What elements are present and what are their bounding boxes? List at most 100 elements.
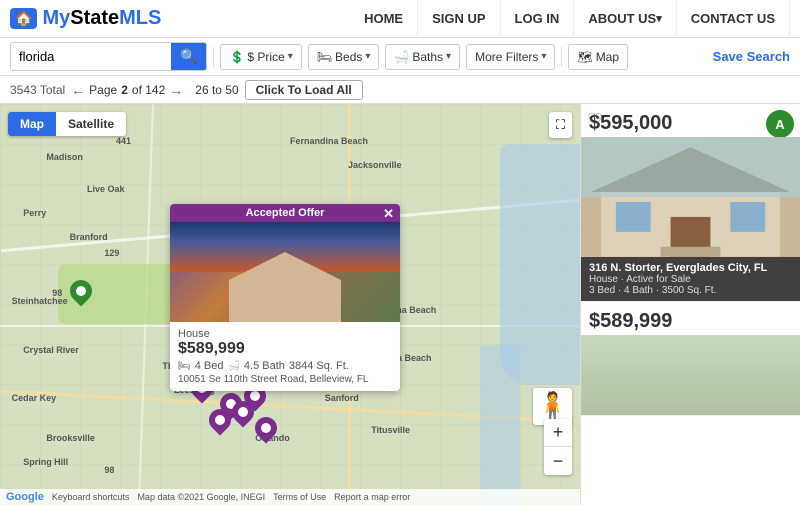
favorite-button-1[interactable]: ♡: [587, 110, 603, 131]
baths-icon: 🛁: [394, 50, 409, 64]
fullscreen-button[interactable]: ⛶: [549, 112, 572, 138]
main-nav: HOME SIGN UP LOG IN ABOUT US CONTACT US: [350, 0, 790, 38]
popup-type: House: [178, 328, 392, 340]
map-data: Map data ©2021 Google, INEGI: [137, 492, 265, 502]
pagination-bar: 3543 Total ← Page 2 of 142 → 26 to 50 Cl…: [0, 76, 800, 104]
zoom-controls: + −: [544, 419, 572, 475]
city-label-129: 129: [104, 248, 119, 258]
zoom-in-button[interactable]: +: [544, 419, 572, 447]
listing-card-2: $589,999 ♡ P: [581, 302, 800, 416]
city-label-springhill: Spring Hill: [23, 457, 68, 467]
baths-arrow: ▾: [446, 51, 451, 62]
google-logo: Google: [6, 491, 44, 503]
popup-close-button[interactable]: ✕: [383, 206, 394, 222]
logo-my: My: [42, 7, 70, 30]
results-total: 3543 Total: [10, 83, 65, 97]
popup-sqft: 3844 Sq. Ft.: [289, 360, 349, 372]
page-of: of 142: [132, 83, 165, 97]
map-view-button[interactable]: Map: [8, 112, 56, 136]
popup-body: House $589,999 🛏 4 Bed 🛁 4.5 Bath 3844 S…: [170, 322, 400, 391]
satellite-view-button[interactable]: Satellite: [56, 112, 126, 136]
map-view-toggle: Map Satellite: [8, 112, 126, 136]
page-range: 26 to 50: [195, 83, 238, 97]
nav-contact[interactable]: CONTACT US: [677, 0, 790, 38]
zoom-out-button[interactable]: −: [544, 447, 572, 475]
filter-beds[interactable]: 🛏 Beds ▾: [308, 44, 380, 70]
popup-beds: 4 Bed: [195, 360, 224, 372]
terms-of-use[interactable]: Terms of Use: [273, 492, 326, 502]
main-content: 441 Madison Perry Branford Steinhatchee …: [0, 104, 800, 505]
popup-accepted-offer: Accepted Offer: [246, 207, 325, 219]
city-label-madison: Madison: [46, 152, 83, 162]
popup-details: 🛏 4 Bed 🛁 4.5 Bath 3844 Sq. Ft.: [178, 360, 392, 372]
search-input-wrap: 🔍: [10, 42, 207, 71]
more-arrow: ▾: [541, 51, 546, 62]
search-input[interactable]: [11, 45, 171, 68]
more-label: More Filters: [475, 50, 538, 64]
logo-icon: 🏠: [10, 8, 37, 29]
filter-map[interactable]: 🗺 Map: [568, 44, 628, 70]
baths-label: Baths: [412, 50, 443, 64]
city-label-titusville: Titusville: [371, 425, 410, 435]
map-area: 441 Madison Perry Branford Steinhatchee …: [0, 104, 580, 505]
filter-baths[interactable]: 🛁 Baths ▾: [385, 44, 460, 70]
search-bar: 🔍 💲 $ Price ▾ 🛏 Beds ▾ 🛁 Baths ▾ More Fi…: [0, 38, 800, 76]
popup-address: 10051 Se 110th Street Road, Belleview, F…: [178, 374, 392, 385]
listings-panel: ♡ A $595,000: [580, 104, 800, 505]
prev-page-button[interactable]: ←: [71, 82, 85, 98]
page-navigation: ← Page 2 of 142 →: [71, 82, 183, 98]
load-all-button[interactable]: Click To Load All: [245, 80, 363, 100]
popup-baths: 4.5 Bath: [244, 360, 285, 372]
listing-card-1: ♡ A $595,000: [581, 104, 800, 302]
bed-icon: 🛏: [178, 361, 191, 372]
logo-state: State: [70, 7, 119, 30]
map-popup: Accepted Offer ✕ House $589,999 🛏 4 Bed …: [170, 204, 400, 391]
price-icon: 💲: [229, 50, 244, 64]
beds-icon: 🛏: [317, 50, 332, 64]
logo: 🏠 MyStateMLS: [10, 7, 161, 30]
filter-separator-2: [561, 47, 562, 67]
city-label-liveoak: Live Oak: [87, 184, 125, 194]
nav-login[interactable]: LOG IN: [501, 0, 575, 38]
city-label-fernandina: Fernandina Beach: [290, 136, 368, 146]
search-button[interactable]: 🔍: [171, 43, 206, 70]
listing-image-2[interactable]: [581, 335, 800, 415]
popup-price: $589,999: [178, 340, 392, 358]
nav-signup[interactable]: SIGN UP: [418, 0, 500, 38]
city-label-441: 441: [116, 136, 131, 146]
bath-icon: 🛁: [227, 361, 239, 372]
save-search-button[interactable]: Save Search: [713, 49, 790, 64]
nav-home[interactable]: HOME: [350, 0, 418, 38]
city-label-sanford: Sanford: [325, 393, 359, 403]
map-footer: Google Keyboard shortcuts Map data ©2021…: [0, 489, 580, 505]
map-tiles: 441 Madison Perry Branford Steinhatchee …: [0, 104, 580, 505]
filter-separator-1: [213, 47, 214, 67]
price-arrow: ▾: [288, 51, 293, 62]
page-label: Page: [89, 83, 117, 97]
keyboard-shortcuts[interactable]: Keyboard shortcuts: [52, 492, 130, 502]
listing-address-1: 316 N. Storter, Everglades City, FL: [589, 262, 792, 274]
house-svg-1: [581, 137, 800, 257]
listing-specs-1: 3 Bed · 4 Bath · 3500 Sq. Ft.: [589, 285, 792, 296]
listing-type-1: House · Active for Sale: [589, 274, 792, 285]
report-map-error[interactable]: Report a map error: [334, 492, 410, 502]
city-label-brooksville: Brooksville: [46, 433, 95, 443]
city-label-98: 98: [52, 288, 62, 298]
listing-price-2: $589,999: [581, 302, 800, 335]
popup-image: [170, 222, 400, 322]
city-label-branford: Branford: [70, 232, 108, 242]
nav-about[interactable]: ABOUT US: [574, 0, 676, 38]
filter-more[interactable]: More Filters ▾: [466, 44, 555, 70]
listing-info-bar-1: 316 N. Storter, Everglades City, FL Hous…: [581, 257, 800, 301]
city-label-crystalriver: Crystal River: [23, 345, 79, 355]
listing-image-1[interactable]: [581, 137, 800, 257]
next-page-button[interactable]: →: [169, 82, 183, 98]
avatar-initial-1: A: [775, 117, 784, 132]
city-label-perry: Perry: [23, 208, 46, 218]
map-label: Map: [596, 50, 619, 64]
beds-label: Beds: [335, 50, 362, 64]
city-label-cedarkey: Cedar Key: [12, 393, 57, 403]
map-icon: 🗺: [577, 50, 592, 64]
agent-avatar-1: A: [766, 110, 794, 138]
filter-price[interactable]: 💲 $ Price ▾: [220, 44, 301, 70]
